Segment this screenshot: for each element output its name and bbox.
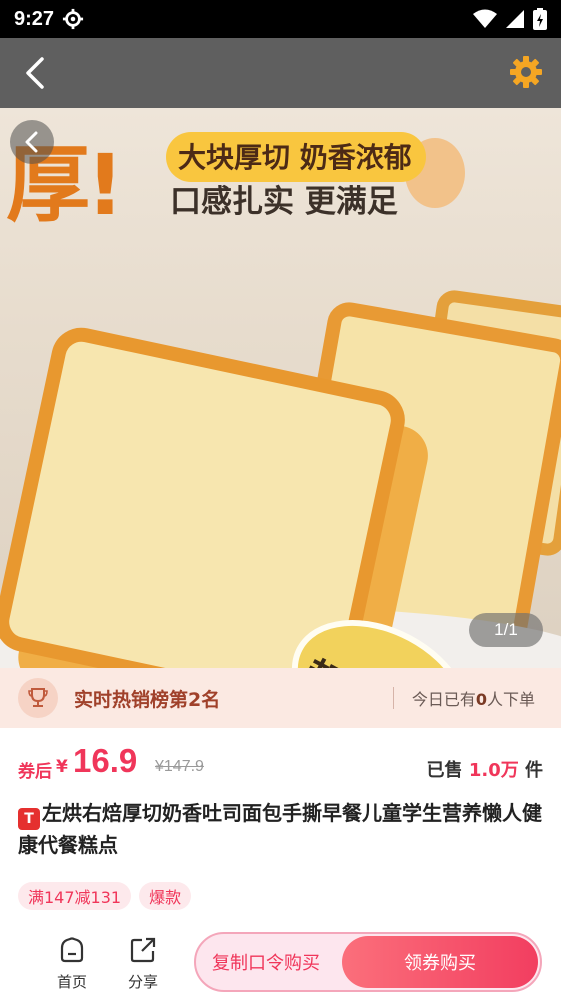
buy-button-group: 复制口令购买 领券购买 xyxy=(194,932,542,992)
home-icon xyxy=(60,937,84,963)
today-suffix: 人下单 xyxy=(486,690,535,709)
back-arrow-icon[interactable] xyxy=(20,56,52,90)
bottom-action-bar: 首页 分享 复制口令购买 领券购买 xyxy=(0,928,561,999)
sold-prefix: 已售 xyxy=(426,760,463,781)
sold-suffix: 件 xyxy=(525,760,543,781)
today-orders: 今日已有0人下单 xyxy=(412,686,535,710)
signal-icon xyxy=(506,10,524,28)
settings-gear-icon[interactable] xyxy=(509,55,543,89)
sold-number: 1.0万 xyxy=(468,760,519,781)
hot-rank-bar[interactable]: 实时热销榜第2名 今日已有0人下单 xyxy=(0,668,561,728)
product-image[interactable]: 厚! 大块厚切 奶香浓郁 口感扎实 更满足 超厚实 1/1 xyxy=(0,108,561,668)
share-nav[interactable]: 分享 xyxy=(118,936,168,992)
coupon-price-label: 券后 xyxy=(18,762,52,782)
today-prefix: 今日已有 xyxy=(411,690,476,709)
currency-symbol: ¥ xyxy=(56,757,68,777)
original-price: ¥147.9 xyxy=(155,758,204,775)
gear-icon xyxy=(62,8,84,30)
today-count: 0 xyxy=(475,690,487,709)
status-icons xyxy=(473,8,547,30)
get-coupon-buy-button[interactable]: 领券购买 xyxy=(342,936,538,988)
battery-icon xyxy=(533,8,547,30)
tmall-badge-icon: T xyxy=(18,808,40,830)
sold-count: 已售 1.0万 件 xyxy=(427,756,543,782)
image-pager: 1/1 xyxy=(469,613,543,647)
product-title: T 左烘右焙厚切奶香吐司面包手撕早餐儿童学生营养懒人健康代餐糕点 xyxy=(18,798,543,861)
status-time: 9:27 xyxy=(14,7,55,30)
home-label: 首页 xyxy=(56,973,87,991)
rank-divider xyxy=(392,687,394,709)
price-row: 券后 ¥ 16.9 ¥147.9 已售 1.0万 件 xyxy=(18,740,543,788)
hero-headline-1: 大块厚切 奶香浓郁 xyxy=(178,141,412,174)
promo-tag: 爆款 xyxy=(139,882,192,910)
wifi-icon xyxy=(473,9,497,28)
trophy-icon xyxy=(18,678,58,718)
product-title-text: 左烘右焙厚切奶香吐司面包手撕早餐儿童学生营养懒人健康代餐糕点 xyxy=(18,801,542,857)
chevron-left-icon xyxy=(25,131,38,153)
status-bar: 9:27 xyxy=(0,0,561,38)
home-nav[interactable]: 首页 xyxy=(47,936,97,992)
coupon-price: 16.9 xyxy=(73,742,138,779)
promo-tag: 满147减131 xyxy=(18,882,132,910)
share-icon xyxy=(130,937,156,963)
title-bar xyxy=(0,38,561,108)
copy-command-buy-button[interactable]: 复制口令购买 xyxy=(212,949,320,975)
promo-tags: 满147减131 爆款 xyxy=(18,882,192,910)
hero-headline-2: 口感扎实 更满足 xyxy=(170,184,398,220)
share-label: 分享 xyxy=(127,973,158,991)
rank-text: 实时热销榜第2名 xyxy=(74,688,221,711)
image-back-button[interactable] xyxy=(10,120,54,164)
